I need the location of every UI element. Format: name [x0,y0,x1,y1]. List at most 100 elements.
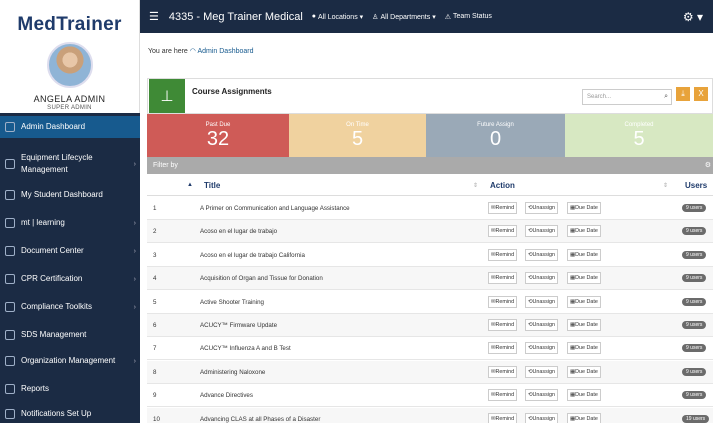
stat-tile[interactable]: Past Due 32 [147,114,289,157]
stat-tile[interactable]: Completed 5 [565,114,713,157]
filter-bar[interactable]: Filter by ⚙ [147,157,713,174]
due-date-button[interactable]: ▦Due Date [567,295,601,308]
column-users[interactable]: Users [685,181,707,190]
sidebar-item[interactable]: Reports [0,378,140,400]
remind-button[interactable]: ✉Remind [488,272,518,285]
unassign-button-label: Unassign [532,345,556,352]
unassign-button[interactable]: ⟲Unassign [525,295,559,308]
sidebar-item[interactable]: Compliance Toolkits › [0,296,140,318]
due-date-button[interactable]: ▦Due Date [567,202,601,214]
sidebar-item-icon [5,218,15,228]
course-title[interactable]: Advancing CLAS at all Phases of a Disast… [200,416,320,423]
sidebar-item[interactable]: Equipment Lifecycle Management › [0,144,140,184]
stat-tile[interactable]: On Time 5 [289,114,426,157]
search-input[interactable]: Search... ⌕ [582,89,672,105]
users-badge[interactable]: 19 users [682,414,710,423]
users-badge[interactable]: 9 users [682,321,707,329]
locations-dropdown[interactable]: ● All Locations ▾ [312,13,363,21]
sidebar-item[interactable]: My Student Dashboard [0,184,140,206]
users-badge[interactable]: 9 users [682,297,707,306]
due-date-button[interactable]: ▦Due Date [567,365,601,378]
remind-button[interactable]: ✉Remind [488,225,518,238]
due-date-button[interactable]: ▦Due Date [567,248,601,261]
medtrainer-logo[interactable]: MedTrainer [0,0,139,36]
course-title[interactable]: Acoso en el lugar de trabajo California [200,252,305,259]
sidebar-item[interactable]: Notifications Set Up [0,405,140,423]
due-date-button[interactable]: ▦Due Date [567,272,601,285]
table-row: 3 Acoso en el lugar de trabajo California… [147,244,713,267]
gear-icon[interactable]: ⚙ ▾ [683,10,703,24]
remind-button[interactable]: ✉Remind [488,319,518,331]
users-badge[interactable]: 9 users [682,391,707,400]
remind-button[interactable]: ✉Remind [488,342,518,355]
unassign-button[interactable]: ⟲Unassign [525,272,559,285]
sidebar-item[interactable]: SDS Management [0,324,140,346]
sort-icon[interactable]: ⇕ [473,182,478,189]
row-number: 10 [153,415,160,423]
unassign-button[interactable]: ⟲Unassign [525,412,559,423]
table-row: 5 Active Shooter Training ✉Remind ⟲Unassign… [147,291,713,314]
filter-toggle-icon[interactable]: ⚙ [705,161,711,169]
sidebar-item[interactable]: Organization Management › [0,350,140,372]
sidebar-item[interactable]: Document Center › [0,240,140,262]
stat-tile[interactable]: Future Assign 0 [426,114,565,157]
sidebar-item[interactable]: Admin Dashboard [0,116,140,138]
column-action[interactable]: Action [490,181,515,190]
remind-button[interactable]: ✉Remind [488,202,518,214]
unassign-button[interactable]: ⟲Unassign [525,225,559,238]
due-date-button[interactable]: ▦Due Date [567,225,601,238]
remind-button[interactable]: ✉Remind [488,295,518,308]
sidebar-profile: MedTrainer ANGELA ADMIN SUPER ADMIN [0,0,140,113]
course-title[interactable]: Acquisition of Organ and Tissue for Dona… [200,275,323,282]
users-badge[interactable]: 9 users [682,274,707,283]
unassign-button[interactable]: ⟲Unassign [525,365,559,378]
remind-button-label: Remind [495,392,515,399]
unassign-button[interactable]: ⟲Unassign [525,248,559,261]
remind-button[interactable]: ✉Remind [488,248,518,261]
remind-button[interactable]: ✉Remind [488,365,518,378]
course-title[interactable]: Acoso en el lugar de trabajo [200,228,277,235]
remind-button[interactable]: ✉Remind [488,389,518,402]
row-number: 9 [153,392,157,400]
due-date-button-label: Due Date [575,275,598,282]
export-pdf-button[interactable]: ⤓ [676,87,690,101]
remind-button[interactable]: ✉Remind [488,412,518,423]
departments-dropdown[interactable]: ♙ All Departments ▾ [372,13,436,21]
team-status-link[interactable]: ⚠ Team Status [445,13,492,21]
stat-label: Future Assign [477,122,514,128]
users-badge[interactable]: 9 users [682,227,707,236]
hamburger-menu-icon[interactable]: ☰ [149,10,159,23]
course-title[interactable]: Active Shooter Training [200,299,264,306]
users-badge[interactable]: 9 users [682,250,707,259]
course-title[interactable]: ACUCY™ Firmware Update [200,322,277,329]
search-icon[interactable]: ⌕ [664,93,668,101]
unassign-button[interactable]: ⟲Unassign [525,319,559,331]
users-badge[interactable]: 9 users [682,367,707,376]
course-title[interactable]: Advance Directives [200,392,253,399]
avatar[interactable] [46,42,93,88]
warning-icon: ⚠ [444,13,451,21]
column-title[interactable]: Title [204,181,220,190]
remind-button-label: Remind [495,322,515,328]
unassign-button[interactable]: ⟲Unassign [525,342,559,355]
unassign-button-label: Unassign [532,228,556,235]
locations-label: All Locations ▾ [318,13,364,21]
users-badge[interactable]: 9 users [682,204,707,212]
sidebar-item[interactable]: mt | learning › [0,212,140,234]
course-title[interactable]: ACUCY™ Influenza A and B Test [200,345,291,352]
sort-icon[interactable]: ⇕ [663,182,668,189]
unassign-button[interactable]: ⟲Unassign [525,202,559,214]
unassign-button[interactable]: ⟲Unassign [525,389,559,402]
export-excel-button[interactable]: X [694,87,708,101]
due-date-button[interactable]: ▦Due Date [567,319,601,331]
sidebar-item[interactable]: CPR Certification › [0,268,140,290]
course-title[interactable]: Administering Naloxone [200,369,265,376]
due-date-button[interactable]: ▦Due Date [567,412,601,423]
users-badge[interactable]: 9 users [682,344,707,353]
due-date-button[interactable]: ▦Due Date [567,389,601,402]
breadcrumb-link[interactable]: Admin Dashboard [197,48,253,55]
due-date-button[interactable]: ▦Due Date [567,342,601,355]
org-title: 4335 - Meg Trainer Medical [168,10,303,23]
sort-asc-icon[interactable]: ▲ [187,182,193,188]
course-title[interactable]: A Primer on Communication and Language A… [200,205,350,212]
